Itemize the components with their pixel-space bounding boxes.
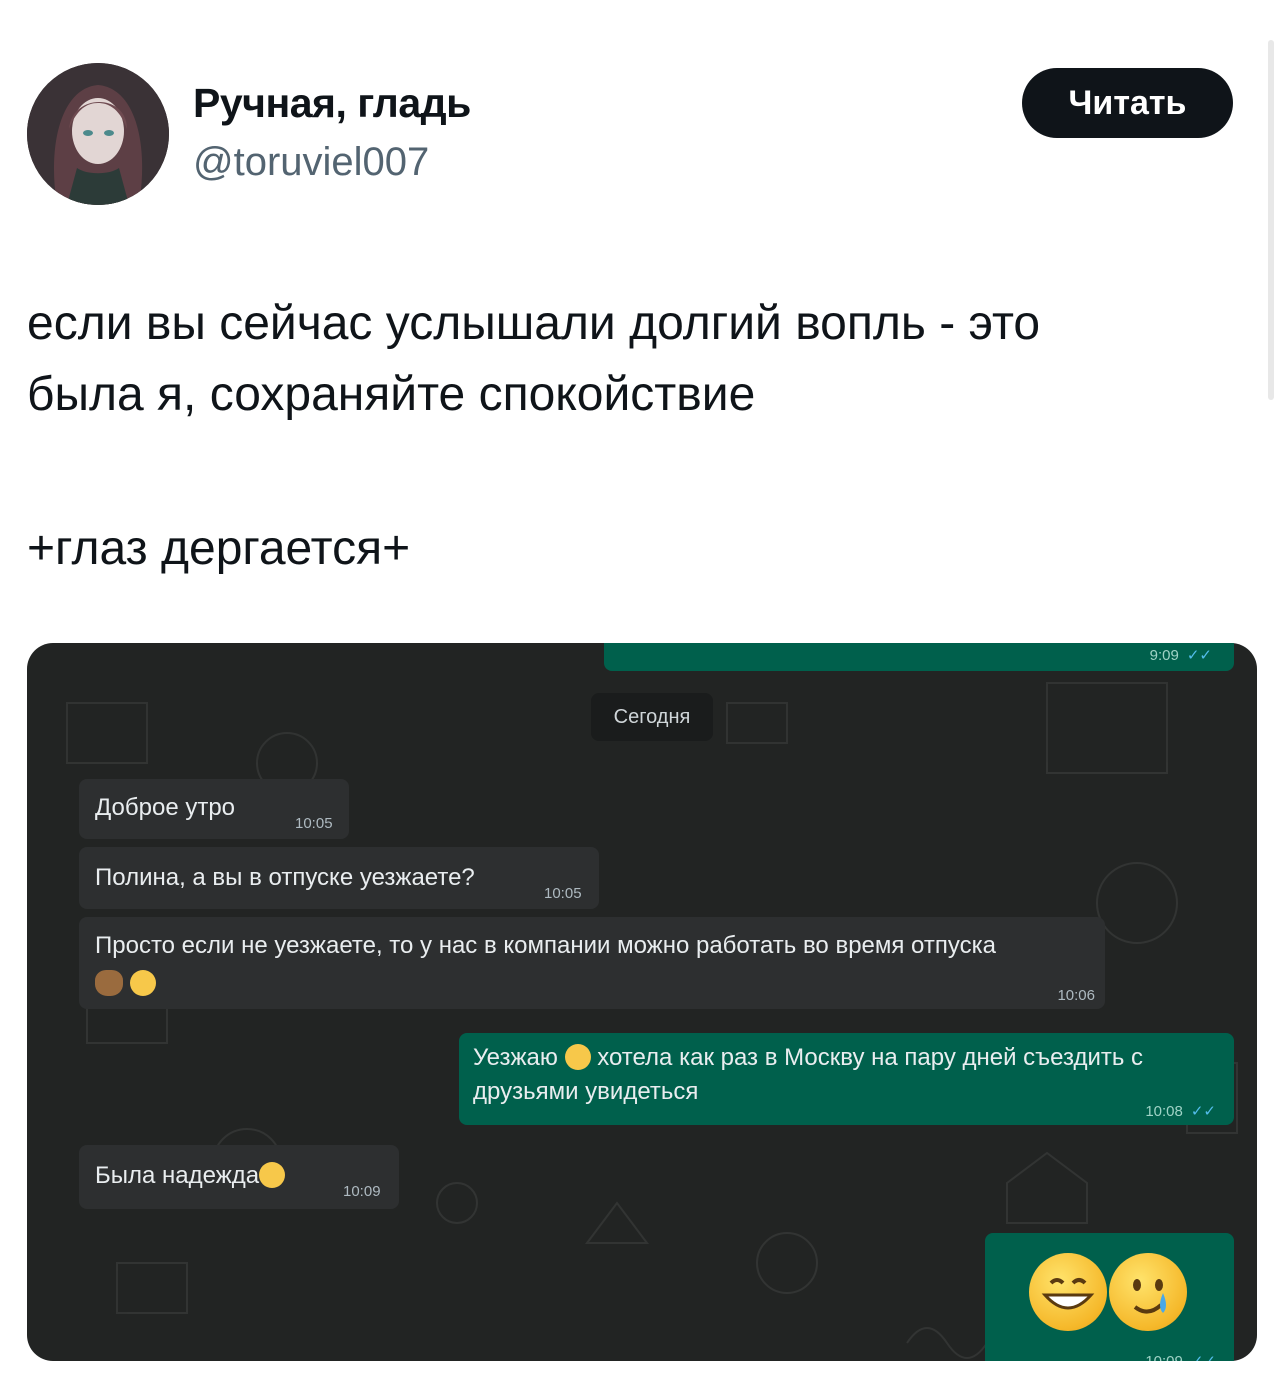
read-ticks-icon: ✓✓ — [1190, 1103, 1216, 1120]
message-text: хотела как раз в Москву на пару дней съе… — [597, 1044, 1144, 1071]
date-separator: Сегодня — [591, 693, 713, 741]
message-bubble-incoming[interactable]: Полина, а вы в отпуске уезжаете? 10:05 — [79, 847, 599, 909]
grinning-emoji-icon — [1029, 1253, 1107, 1331]
message-time: 10:06 — [1057, 987, 1095, 1004]
tweet-line: была я, сохраняйте спокойствие — [27, 368, 756, 421]
author-avatar[interactable] — [27, 63, 169, 205]
message-bubble-incoming[interactable]: Доброе утро 10:05 — [79, 779, 349, 839]
message-bubble-incoming[interactable]: Была надежда 10:09 — [79, 1145, 399, 1209]
message-time: 10:09 — [343, 1183, 381, 1200]
message-bubble-incoming[interactable]: Просто если не уезжаете, то у нас в комп… — [79, 917, 1105, 1009]
message-text: друзьями увидеться — [473, 1078, 699, 1105]
see-no-evil-monkey-emoji-icon — [95, 970, 123, 996]
message-text: Была надежда — [95, 1162, 260, 1189]
tweet-media-image[interactable]: 9:09 ✓✓ Сегодня Доброе утро 10:05 Полина,… — [27, 643, 1257, 1361]
tweet-line: если вы сейчас услышали долгий вопль - э… — [27, 297, 1041, 350]
message-time: 10:09✓✓ — [1145, 1345, 1216, 1361]
read-ticks-icon: ✓✓ — [1186, 647, 1212, 664]
scrollbar[interactable] — [1268, 40, 1274, 400]
author-handle[interactable]: @toruviel007 — [193, 140, 429, 185]
message-bubble-outgoing[interactable]: Уезжаю хотела как раз в Москву на пару д… — [459, 1033, 1234, 1125]
tears-of-joy-emoji-icon — [259, 1162, 286, 1188]
message-time: 9:09 ✓✓ — [1149, 647, 1212, 664]
message-text: Просто если не уезжаете, то у нас в комп… — [95, 932, 996, 959]
message-text: Доброе утро — [95, 794, 236, 821]
read-ticks-icon: ✓✓ — [1191, 1353, 1216, 1361]
author-display-name[interactable]: Ручная, гладь — [193, 80, 471, 127]
tweet-text: если вы сейчас услышали долгий вопль - э… — [27, 288, 1257, 584]
message-bubble-outgoing-partial[interactable]: 9:09 ✓✓ — [604, 643, 1234, 671]
message-text: Полина, а вы в отпуске уезжаете? — [95, 864, 475, 891]
grinning-sweat-emoji-icon — [564, 1044, 591, 1070]
follow-button[interactable]: Читать — [1022, 68, 1233, 138]
message-time: 10:08 ✓✓ — [1145, 1103, 1216, 1120]
message-time: 10:05 — [544, 885, 582, 902]
smiling-blush-emoji-icon — [129, 970, 156, 996]
crying-smile-emoji-icon — [1109, 1253, 1187, 1331]
message-bubble-outgoing[interactable]: 10:09✓✓ — [985, 1233, 1234, 1361]
tweet-line: +глаз дергается+ — [27, 522, 411, 575]
message-time: 10:05 — [295, 815, 333, 832]
message-text: Уезжаю — [473, 1044, 558, 1071]
